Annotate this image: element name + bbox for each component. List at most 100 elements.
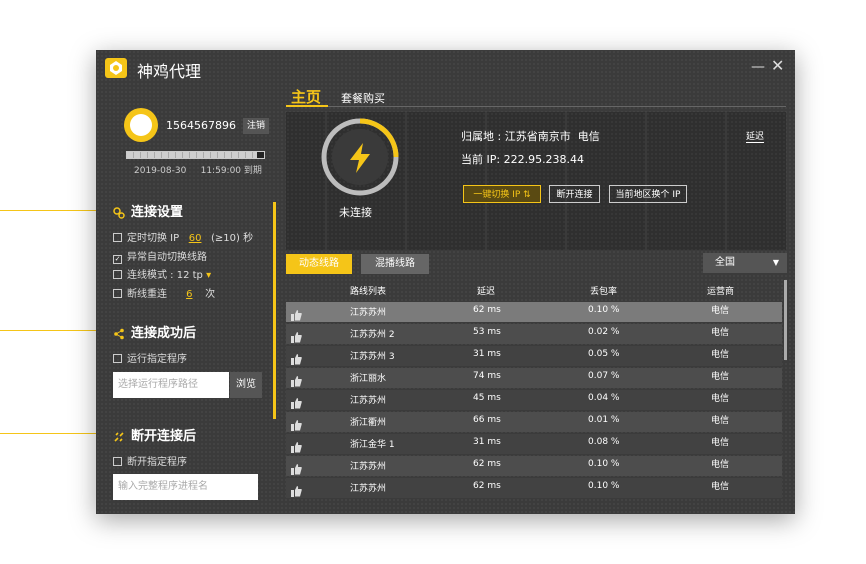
panel-divider xyxy=(273,202,276,419)
thumbs-up-icon[interactable] xyxy=(291,438,302,453)
route-cell: 江苏苏州 xyxy=(350,396,387,406)
loss-cell: 0.07 % xyxy=(588,371,620,381)
user-id: 1564567896 xyxy=(166,119,236,132)
delay-cell: 53 ms xyxy=(473,327,501,337)
connect-settings-title: 连接设置 xyxy=(131,205,184,220)
delay-cell: 31 ms xyxy=(473,349,501,359)
delay-link[interactable]: 延迟 xyxy=(746,129,765,143)
timed-switch-value[interactable]: 60 xyxy=(189,233,202,244)
app-logo xyxy=(105,58,127,78)
loss-cell: 0.04 % xyxy=(588,393,620,403)
location-text: 归属地 : 江苏省南京市 电信 xyxy=(461,130,600,143)
auto-switch-checkbox[interactable]: ✓ xyxy=(113,255,122,264)
delay-cell: 62 ms xyxy=(473,481,501,491)
minimize-button[interactable]: — xyxy=(751,60,765,74)
route-cell: 浙江丽水 xyxy=(350,374,387,384)
process-name-input[interactable]: 输入完整程序进程名 xyxy=(113,474,258,500)
delay-cell: 74 ms xyxy=(473,371,501,381)
switch-ip-button[interactable]: 一键切换 IP ⇅ xyxy=(463,185,541,203)
timed-switch-checkbox[interactable] xyxy=(113,233,122,242)
current-ip: 当前 IP: 222.95.238.44 xyxy=(461,153,585,166)
lightning-icon xyxy=(347,142,373,178)
line-mode-option[interactable]: 连线模式 : 12 tp ▾ xyxy=(113,266,211,281)
connection-state: 未连接 xyxy=(339,206,372,219)
disconnect-button[interactable]: 断开连接 xyxy=(549,185,600,203)
program-path-input[interactable]: 选择运行程序路径 xyxy=(113,372,229,398)
timed-switch-option[interactable]: 定时切换 IP 60 (≥10) 秒 xyxy=(113,229,253,244)
tab-dynamic-lines[interactable]: 动态线路 xyxy=(286,254,352,274)
close-button[interactable]: ✕ xyxy=(771,58,784,74)
switch-region-ip-button[interactable]: 当前地区换个 IP xyxy=(609,185,687,203)
annotation-line-after-connect xyxy=(0,330,100,331)
thumbs-up-icon[interactable] xyxy=(291,416,302,431)
table-row[interactable]: 浙江金华 1 31 ms 0.08 % 电信 xyxy=(286,434,782,454)
isp-cell: 电信 xyxy=(711,306,730,316)
table-row[interactable]: 江苏苏州 62 ms 0.10 % 电信 xyxy=(286,478,782,498)
isp-cell: 电信 xyxy=(711,372,730,382)
route-cell: 浙江衢州 xyxy=(350,418,387,428)
thumbs-up-icon[interactable] xyxy=(291,350,302,365)
line-mode-dropdown-icon[interactable]: ▾ xyxy=(206,270,211,281)
isp-cell: 电信 xyxy=(711,416,730,426)
tab-buy[interactable]: 套餐购买 xyxy=(341,90,385,106)
delay-cell: 45 ms xyxy=(473,393,501,403)
expire-text: 2019-08-30 11:59:00 到期 xyxy=(134,166,262,176)
delay-cell: 62 ms xyxy=(473,305,501,315)
route-cell: 江苏苏州 3 xyxy=(350,352,395,362)
region-select[interactable]: 全国 ▼ xyxy=(703,253,787,273)
annotation-line-after-disconnect xyxy=(0,433,100,434)
annotation-line-settings xyxy=(0,210,100,211)
thumbs-up-icon[interactable] xyxy=(291,460,302,475)
table-row[interactable]: 江苏苏州 2 53 ms 0.02 % 电信 xyxy=(286,324,782,344)
tab-main[interactable]: 主页 xyxy=(291,86,321,107)
thumbs-up-icon[interactable] xyxy=(291,306,302,321)
isp-cell: 电信 xyxy=(711,328,730,338)
loss-cell: 0.10 % xyxy=(588,459,620,469)
thumbs-up-icon[interactable] xyxy=(291,328,302,343)
table-row[interactable]: 浙江丽水 74 ms 0.07 % 电信 xyxy=(286,368,782,388)
run-program-option[interactable]: 运行指定程序 xyxy=(113,350,187,365)
thumbs-up-icon[interactable] xyxy=(291,394,302,409)
line-mode-checkbox[interactable] xyxy=(113,270,122,279)
tab-mixed-lines[interactable]: 混播线路 xyxy=(361,254,429,274)
reconnect-checkbox[interactable] xyxy=(113,289,122,298)
unlink-icon xyxy=(113,428,125,442)
header-route: 路线列表 xyxy=(350,287,387,297)
browse-button[interactable]: 浏览 xyxy=(230,372,262,398)
route-cell: 浙江金华 1 xyxy=(350,440,395,450)
table-scrollbar[interactable] xyxy=(784,280,787,360)
thumbs-up-icon[interactable] xyxy=(291,372,302,387)
delay-cell: 66 ms xyxy=(473,415,501,425)
route-cell: 江苏苏州 xyxy=(350,484,387,494)
loss-cell: 0.01 % xyxy=(588,415,620,425)
delay-cell: 62 ms xyxy=(473,459,501,469)
logout-button[interactable]: 注销 xyxy=(243,118,269,134)
settings-icon xyxy=(113,204,125,219)
table-row[interactable]: 江苏苏州 45 ms 0.04 % 电信 xyxy=(286,390,782,410)
isp-cell: 电信 xyxy=(711,460,730,470)
loss-cell: 0.10 % xyxy=(588,481,620,491)
reconnect-value[interactable]: 6 xyxy=(186,289,192,300)
loss-cell: 0.08 % xyxy=(588,437,620,447)
loss-cell: 0.05 % xyxy=(588,349,620,359)
tab-divider xyxy=(328,106,786,107)
table-row[interactable]: 江苏苏州 3 31 ms 0.05 % 电信 xyxy=(286,346,782,366)
title-bar: 神鸡代理 — ✕ xyxy=(96,50,795,86)
table-row[interactable]: 江苏苏州 62 ms 0.10 % 电信 xyxy=(286,456,782,476)
route-cell: 江苏苏州 xyxy=(350,308,387,318)
stop-program-option[interactable]: 断开指定程序 xyxy=(113,453,187,468)
account-progress-bar xyxy=(126,151,265,159)
table-row[interactable]: 江苏苏州 62 ms 0.10 % 电信 xyxy=(286,302,782,322)
after-disconnect-title: 断开连接后 xyxy=(131,429,197,444)
run-program-checkbox[interactable] xyxy=(113,354,122,363)
isp-cell: 电信 xyxy=(711,394,730,404)
isp-cell: 电信 xyxy=(711,438,730,448)
tab-main-underline xyxy=(286,105,328,107)
reconnect-option[interactable]: 断线重连 6 次 xyxy=(113,285,215,300)
loss-cell: 0.02 % xyxy=(588,327,620,337)
auto-switch-option[interactable]: ✓ 异常自动切换线路 xyxy=(113,248,207,264)
share-icon xyxy=(113,325,125,340)
table-row[interactable]: 浙江衢州 66 ms 0.01 % 电信 xyxy=(286,412,782,432)
stop-program-checkbox[interactable] xyxy=(113,457,122,466)
thumbs-up-icon[interactable] xyxy=(291,482,302,497)
